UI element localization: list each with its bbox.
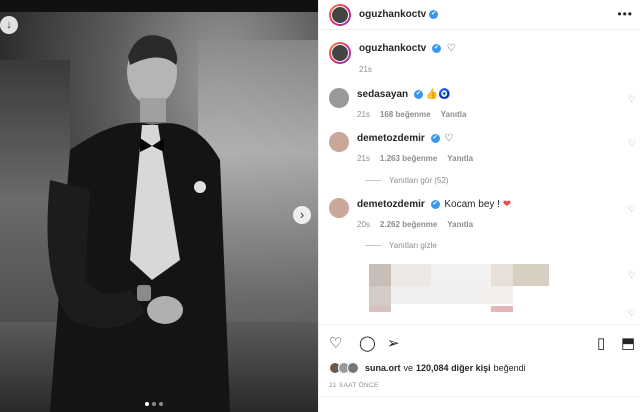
liker-avatars [329, 362, 359, 374]
reply-button[interactable]: Yanıtla [447, 218, 473, 231]
comment-text: ♡ [444, 133, 454, 144]
heart-icon[interactable]: ♡ [329, 334, 342, 352]
commenter-avatar[interactable] [329, 88, 349, 108]
more-options-icon[interactable]: ••• [617, 7, 633, 21]
comment-likes[interactable]: 1.263 beğenme [380, 152, 437, 165]
comment-likes[interactable]: 168 beğenme [380, 108, 431, 121]
caption-username[interactable]: oguzhankoctv [359, 43, 426, 54]
download-icon[interactable]: ↓ [0, 16, 18, 34]
verified-badge-icon: ✔ [432, 43, 442, 53]
comment-username[interactable]: demetozdemir [357, 133, 425, 144]
caption-avatar[interactable] [329, 42, 351, 64]
comment-row: demetozdemir ✔ Kocam bey ! ❤ 20s 2.262 b… [329, 198, 511, 231]
likes-count[interactable]: 120,084 diğer kişi [416, 363, 491, 373]
carousel-dot [159, 402, 163, 406]
carousel-dot [145, 402, 149, 406]
divider [319, 396, 640, 397]
comment-like-heart-icon[interactable]: ♡ [628, 204, 636, 215]
comment-time: 20s [357, 220, 370, 229]
comment-row: demetozdemir ✔ ♡ 21s 1.263 beğenme Yanıt… [329, 132, 473, 165]
view-replies-button[interactable]: Yanıtları gör (52) [365, 176, 448, 185]
comment-likes[interactable]: 2.262 beğenme [380, 218, 437, 231]
caption-row: oguzhankoctv ✔ ♡ 21s [329, 42, 456, 76]
comment-like-heart-icon[interactable]: ♡ [628, 308, 636, 319]
comment-time: 21s [357, 154, 370, 163]
caption-time: 21s [359, 65, 372, 74]
verified-badge-icon: ✔ [429, 10, 439, 19]
liker-avatar [347, 362, 359, 374]
carousel-dots [145, 402, 163, 406]
comment-username[interactable]: demetozdemir [357, 199, 425, 210]
chevron-right-icon[interactable]: › [293, 206, 311, 224]
comment-row: sedasayan ✔ 👍🧿 21s 168 beğenme Yanıtla [329, 88, 466, 121]
liker-username[interactable]: suna.ort [365, 363, 401, 373]
bookmark-icon[interactable]: ▯ [597, 334, 605, 352]
comment-like-heart-icon[interactable]: ♡ [628, 270, 636, 281]
post-photo[interactable]: ↓ › [0, 0, 318, 412]
reply-button[interactable]: Yanıtla [441, 108, 467, 121]
author-avatar[interactable] [329, 3, 351, 26]
pixelated-comment-block [369, 262, 549, 312]
comment-text: 👍🧿 [425, 89, 451, 100]
send-icon[interactable]: ➢ [387, 334, 400, 352]
post-detail-panel: oguzhankoctv ✔ ••• oguzhankoctv ✔ ♡ 21s … [318, 0, 640, 412]
save-collection-icon[interactable]: ⬒ [621, 334, 635, 352]
liked-by-suffix: beğendi [493, 363, 526, 373]
comment-icon[interactable]: ◯ [359, 334, 376, 352]
author-username[interactable]: oguzhankoctv [359, 9, 426, 20]
post-timestamp: 21 SAAT ÖNCE [329, 382, 379, 389]
carousel-dot [152, 402, 156, 406]
comment-text: Kocam bey ! [444, 199, 500, 210]
comment-username[interactable]: sedasayan [357, 89, 408, 100]
verified-badge-icon: ✔ [430, 199, 440, 209]
liked-by-connector: ve [403, 363, 414, 373]
photo-top-bar [0, 0, 318, 12]
comment-like-heart-icon[interactable]: ♡ [628, 94, 636, 105]
man-in-tuxedo-figure [47, 35, 230, 412]
post-action-bar: ♡ ◯ ➢ ▯ ⬒ [319, 324, 640, 362]
comment-time: 21s [357, 110, 370, 119]
hide-replies-button[interactable]: Yanıtları gizle [365, 241, 437, 250]
red-heart-icon: ❤ [502, 199, 512, 210]
caption-heart-icon: ♡ [446, 43, 456, 54]
commenter-avatar[interactable] [329, 198, 349, 218]
verified-badge-icon: ✔ [430, 133, 440, 143]
comment-like-heart-icon[interactable]: ♡ [628, 138, 636, 149]
post-header: oguzhankoctv ✔ ••• [319, 0, 640, 30]
verified-badge-icon: ✔ [413, 89, 423, 99]
liked-by-row: suna.ort ve 120,084 diğer kişi beğendi [329, 362, 526, 374]
reply-button[interactable]: Yanıtla [447, 152, 473, 165]
commenter-avatar[interactable] [329, 132, 349, 152]
